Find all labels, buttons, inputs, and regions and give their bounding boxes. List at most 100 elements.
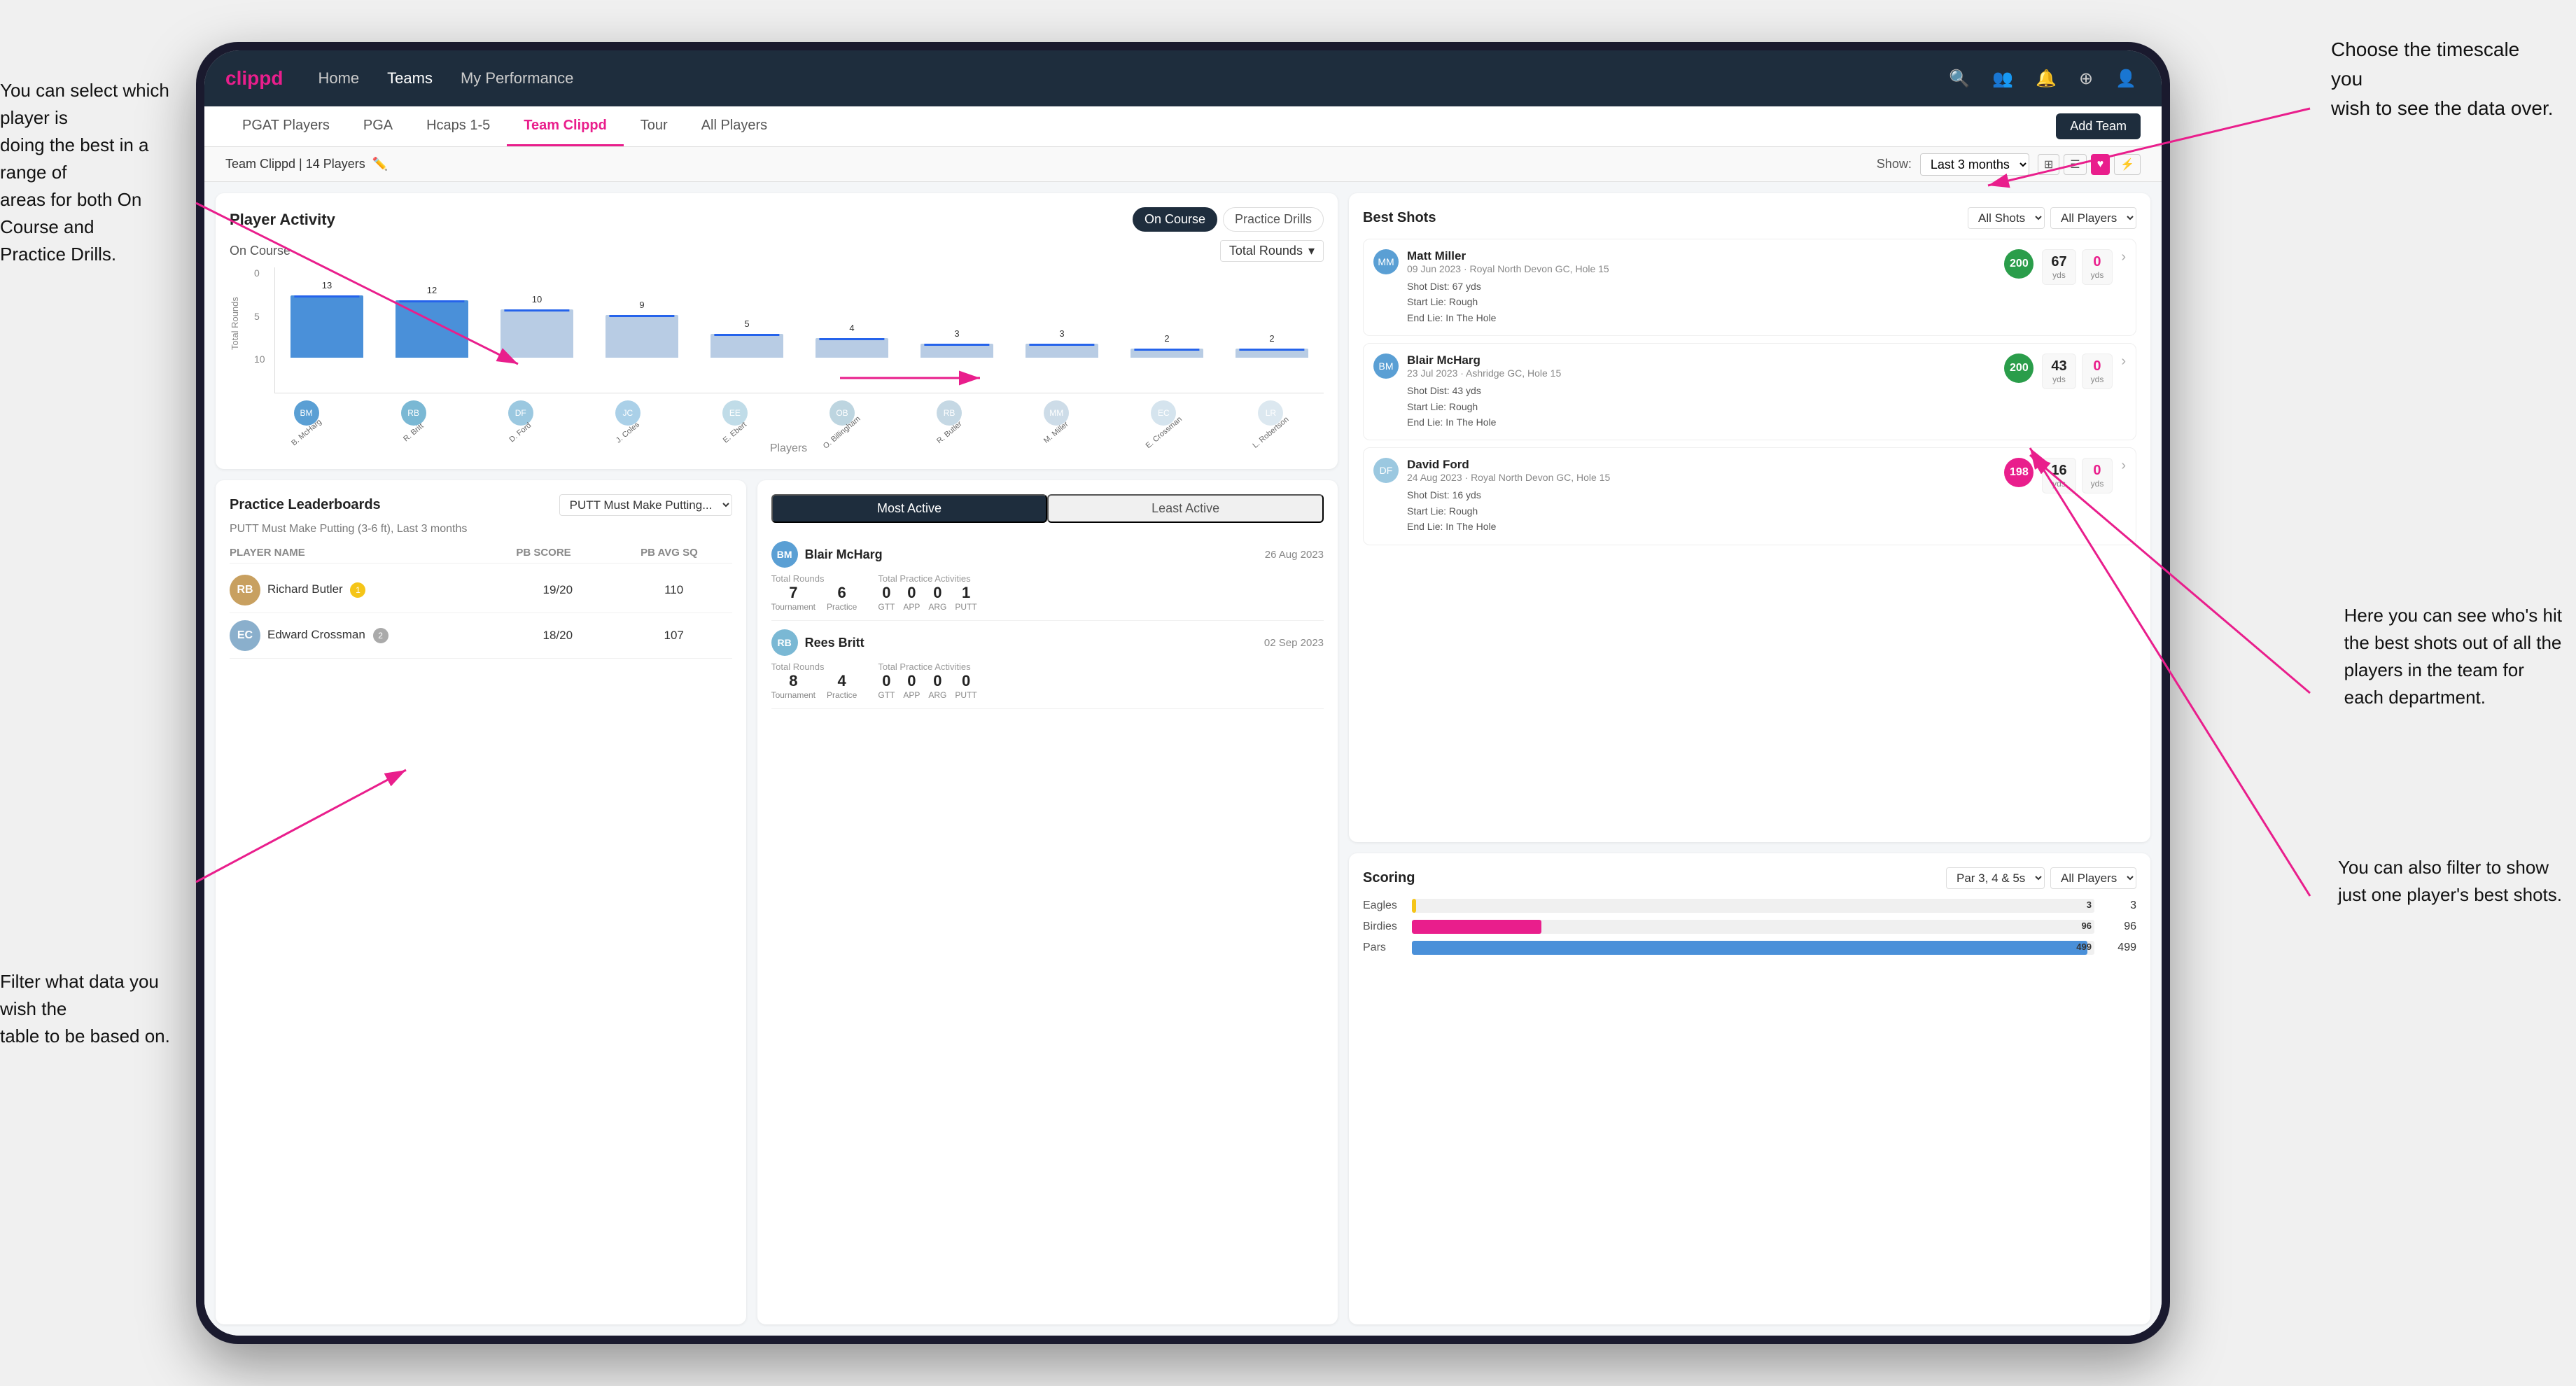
tab-pga[interactable]: PGA (346, 106, 410, 146)
tab-tour[interactable]: Tour (624, 106, 685, 146)
users-icon[interactable]: 👥 (1988, 64, 2017, 93)
shot-stat-val-2: 16 (2051, 463, 2066, 479)
shot-zero-unit-1: yds (2091, 374, 2104, 384)
player-avatar-2[interactable]: DF (508, 400, 533, 426)
rounds-values-0: 7 Tournament 6 Practice (771, 584, 858, 612)
bar-label-8: 2 (1164, 333, 1169, 344)
tab-all-players[interactable]: All Players (685, 106, 784, 146)
list-view-icon[interactable]: ☰ (2064, 154, 2086, 175)
shot-stat-zero-0: 0 yds (2082, 249, 2113, 285)
shot-card-0: MM Matt Miller 09 Jun 2023 · Royal North… (1363, 239, 2136, 336)
arg-stat-0: 0 ARG (928, 584, 946, 612)
tab-most-active[interactable]: Most Active (771, 494, 1048, 523)
nav-link-performance[interactable]: My Performance (461, 69, 573, 88)
bell-icon[interactable]: 🔔 (2031, 64, 2061, 93)
shots-type-select[interactable]: All Shots (1968, 207, 2045, 229)
tab-on-course[interactable]: On Course (1133, 207, 1217, 232)
shot-stats-0: 67 yds 0 yds (2042, 249, 2113, 285)
search-icon[interactable]: 🔍 (1945, 64, 1974, 93)
lb-badge-1: 2 (373, 628, 388, 643)
tab-team-clippd[interactable]: Team Clippd (507, 106, 624, 146)
activity-player-header-1: RB Rees Britt 02 Sep 2023 (771, 629, 1324, 656)
activity-card-header: Player Activity On Course Practice Drill… (230, 207, 1324, 232)
chart-filter-label: Total Rounds (1229, 244, 1303, 258)
tab-least-active[interactable]: Least Active (1047, 494, 1324, 523)
avatar-col-3: JC J. Coles (575, 400, 680, 437)
nav-link-teams[interactable]: Teams (387, 69, 433, 88)
lb-badge-0: 1 (350, 582, 365, 598)
heart-view-icon[interactable]: ♥ (2091, 154, 2110, 175)
show-select[interactable]: Last 3 months (1920, 153, 2029, 176)
scoring-card: Scoring Par 3, 4 & 5s All Players Eagles (1349, 853, 2150, 1324)
shots-player-select[interactable]: All Players (2050, 207, 2136, 229)
view-icons: ⊞ ☰ ♥ ⚡ (2038, 154, 2141, 175)
shot-zero-unit-0: yds (2091, 270, 2104, 280)
annotation-bottom-right-bottom: You can also filter to showjust one play… (2338, 854, 2562, 909)
scoring-players-select[interactable]: All Players (2050, 867, 2136, 889)
shot-stat-unit-1: yds (2051, 374, 2066, 384)
edit-team-icon[interactable]: ✏️ (372, 157, 388, 172)
shot-stat-val-1: 43 (2051, 358, 2066, 374)
activity-player-date-0: 26 Aug 2023 (1265, 549, 1324, 561)
chevron-down-icon: ▾ (1308, 244, 1315, 258)
bar-line-7 (1029, 344, 1094, 346)
tournament-label-0: Tournament (771, 602, 816, 612)
shot-chevron-0[interactable]: › (2121, 249, 2126, 265)
shot-chevron-2[interactable]: › (2121, 458, 2126, 474)
putt-label-0: PUTT (955, 602, 976, 612)
shot-stat-dist-2: 16 yds (2042, 458, 2076, 493)
shot-zero-val-2: 0 (2091, 463, 2104, 479)
practice-val-1: 4 (827, 672, 857, 690)
bar-label-4: 5 (744, 318, 749, 329)
bar-label-2: 10 (532, 294, 542, 304)
tab-hcaps[interactable]: Hcaps 1-5 (410, 106, 507, 146)
bar-line-2 (504, 309, 569, 312)
annotation-bottom-right-top: Here you can see who's hitthe best shots… (2344, 602, 2562, 711)
activity-player-date-1: 02 Sep 2023 (1264, 637, 1324, 649)
drill-select[interactable]: PUTT Must Make Putting... (559, 494, 732, 516)
grid-view-icon[interactable]: ⊞ (2038, 154, 2059, 175)
leaderboard-row-1: EC Edward Crossman 2 18/20 107 (230, 613, 732, 659)
nav-link-home[interactable]: Home (318, 69, 359, 88)
lb-name-1: Edward Crossman 2 (267, 628, 500, 643)
best-shots-card: Best Shots All Shots All Players MM (1349, 193, 2150, 842)
best-shots-header: Best Shots All Shots All Players (1363, 207, 2136, 229)
gtt-label-0: GTT (878, 602, 895, 612)
activity-player-stats-0: Total Rounds 7 Tournament 6 Pr (771, 573, 1324, 612)
scoring-par-select[interactable]: Par 3, 4 & 5s (1946, 867, 2045, 889)
bar-line-6 (924, 344, 989, 346)
chart-subtitle: On Course (230, 244, 290, 258)
lb-avg-1: 107 (616, 629, 732, 643)
tab-pgat[interactable]: PGAT Players (225, 106, 346, 146)
activity-practice-activities-0: Total Practice Activities 0 GTT 0 (878, 573, 976, 612)
player-avatar-1[interactable]: RB (401, 400, 426, 426)
avatar-col-9: LR L. Robertson (1218, 400, 1324, 437)
y-label-5: 5 (254, 311, 265, 322)
shot-badge-0: 200 (2004, 249, 2033, 279)
tournament-val-1: 8 (771, 672, 816, 690)
tab-practice-drills[interactable]: Practice Drills (1223, 207, 1324, 232)
activity-player-row-1: RB Rees Britt 02 Sep 2023 Total Rounds (771, 621, 1324, 709)
bar-2: 10 (500, 309, 573, 358)
bar-line-4 (714, 334, 779, 336)
scoring-fill-pars (1412, 941, 2087, 955)
best-shots-title: Best Shots (1363, 210, 1436, 226)
lb-score-0: 19/20 (500, 583, 616, 597)
shot-chevron-1[interactable]: › (2121, 354, 2126, 370)
activity-practice-activities-1: Total Practice Activities 0 GTT 0 (878, 662, 976, 700)
shot-card-2: DF David Ford 24 Aug 2023 · Royal North … (1363, 447, 2136, 545)
y-axis-labels: 10 5 0 (254, 267, 265, 365)
arg-val-1: 0 (928, 672, 946, 690)
chart-view-icon[interactable]: ⚡ (2114, 154, 2141, 175)
bar-7: 3 (1026, 344, 1098, 358)
add-team-button[interactable]: Add Team (2056, 113, 2141, 139)
bar-label-7: 3 (1059, 328, 1064, 339)
plus-circle-icon[interactable]: ⊕ (2075, 64, 2097, 93)
chart-filter-btn[interactable]: Total Rounds ▾ (1220, 240, 1324, 262)
user-avatar-icon[interactable]: 👤 (2111, 64, 2141, 93)
nav-icons: 🔍 👥 🔔 ⊕ 👤 (1945, 64, 2141, 93)
bar-8: 2 (1130, 349, 1203, 358)
shot-player-name-0: Matt Miller (1407, 249, 1996, 263)
scoring-fill-birdies (1412, 920, 1541, 934)
shot-badge-1: 200 (2004, 354, 2033, 383)
